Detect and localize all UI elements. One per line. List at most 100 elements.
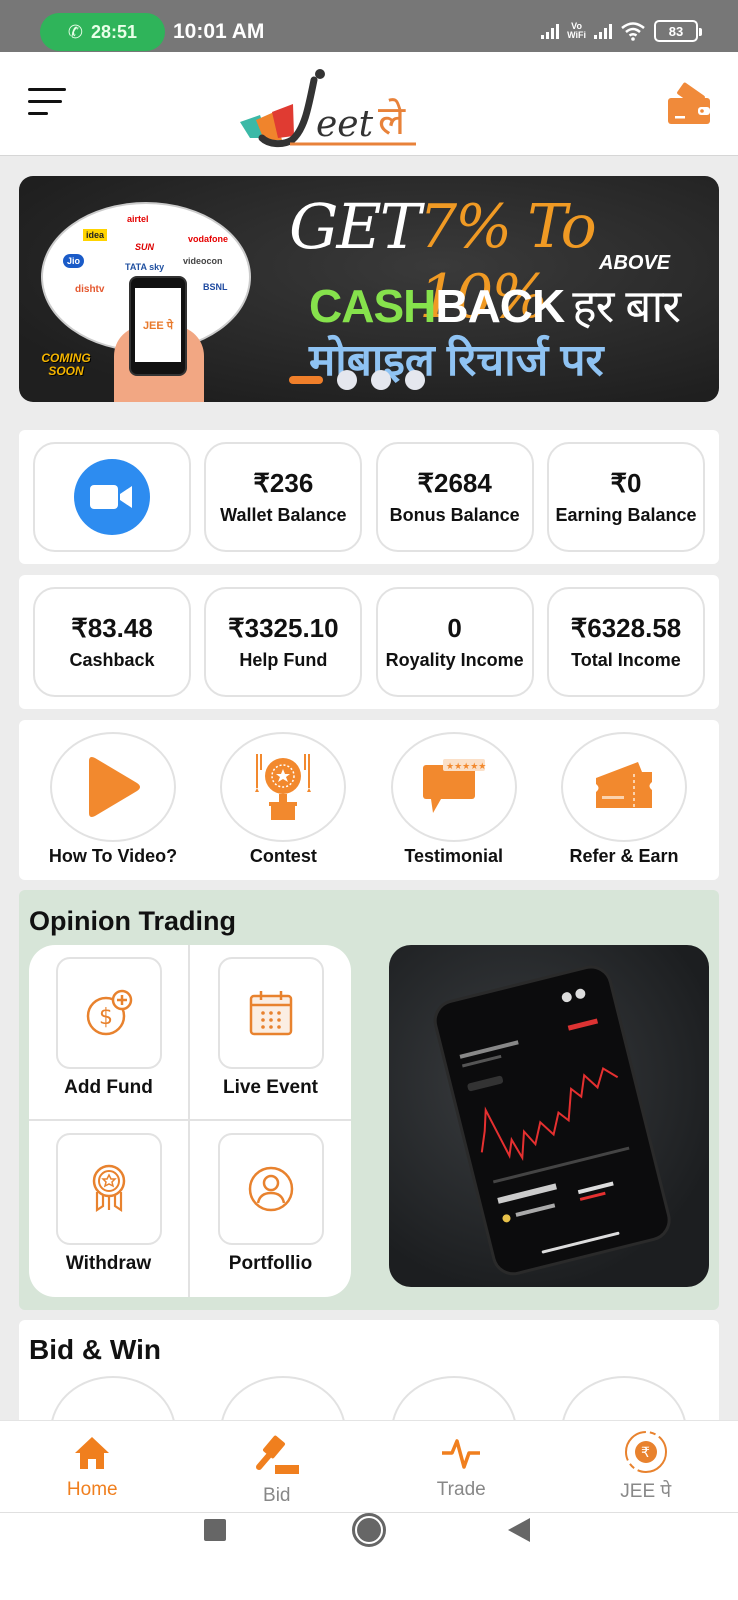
help-fund-label: Help Fund (239, 650, 328, 670)
pulse-icon (442, 1439, 481, 1469)
bonus-balance-value: ₹2684 (417, 468, 492, 498)
video-camera-icon (90, 485, 132, 509)
rupee-circle-icon: ₹ (624, 1431, 667, 1473)
home-icon (75, 1437, 110, 1469)
earning-balance-value: ₹0 (610, 468, 642, 498)
portfolio-button[interactable]: Portfollio (190, 1121, 351, 1297)
total-income-card[interactable]: ₹6328.58 Total Income (546, 587, 705, 697)
testimonial-button[interactable]: ★★★★★ Testimonial (390, 732, 517, 867)
svg-text:eet: eet (316, 104, 374, 145)
ticket-icon (595, 762, 652, 808)
royality-income-label: Royality Income (385, 650, 524, 670)
contest-button[interactable]: Contest (220, 732, 347, 867)
home-system-button[interactable] (352, 1513, 386, 1547)
trading-phone-photo (433, 965, 671, 1276)
bottom-navigation: Home Bid Trade ₹ JEE पे (0, 1420, 738, 1513)
brand-videocon: videocon (183, 256, 223, 266)
carousel-dot-1[interactable] (289, 376, 323, 384)
incomes-panel: ₹83.48 Cashback ₹3325.10 Help Fund 0 Roy… (19, 575, 719, 709)
brand-airtel: airtel (127, 214, 149, 224)
play-icon (89, 757, 140, 817)
video-call-button[interactable] (33, 442, 191, 552)
carousel-dot-4[interactable] (405, 370, 425, 390)
gavel-icon (255, 1435, 299, 1474)
vowifi-icon: Vo WiFi (567, 21, 586, 40)
cashback-value: ₹83.48 (71, 613, 153, 643)
jeetle-logo: eet ले (240, 69, 416, 148)
brand-sun: SUN (135, 242, 155, 252)
signal-icon-2 (594, 23, 612, 39)
system-navigation-bar (0, 1513, 738, 1600)
balances-panel: ₹236 Wallet Balance ₹2684 Bonus Balance … (19, 430, 719, 564)
recents-button[interactable] (204, 1519, 226, 1541)
signal-icon (541, 23, 560, 39)
home-circle-icon (357, 1518, 381, 1542)
quick-actions-panel: How To Video? Contest ★★★★★ Testimonial … (19, 720, 719, 880)
coming-soon-badge: COMING SOON (41, 351, 91, 378)
brand-jio: Jio (63, 254, 85, 268)
menu-button[interactable] (28, 88, 70, 122)
back-button[interactable] (508, 1518, 530, 1542)
brand-vodafone: vodafone (188, 234, 229, 244)
svg-text:ले: ले (378, 98, 406, 144)
add-fund-button[interactable]: $ Add Fund (29, 945, 190, 1121)
hamburger-icon (28, 88, 66, 91)
royality-income-card[interactable]: 0 Royality Income (375, 587, 534, 697)
wallet-icon (668, 82, 710, 124)
earning-balance-label: Earning Balance (555, 505, 697, 525)
how-to-video-button[interactable]: How To Video? (49, 732, 177, 867)
medal-icon (92, 1164, 125, 1213)
phone-illustration: JEE पे (129, 276, 187, 376)
wallet-balance-card[interactable]: ₹236 Wallet Balance (204, 442, 363, 552)
cashback-label: Cashback (69, 650, 155, 670)
withdraw-button[interactable]: Withdraw (29, 1121, 190, 1297)
brand-bsnl: BSNL (203, 282, 228, 292)
review-chat-icon: ★★★★★ (422, 759, 486, 813)
opinion-trading-title: Opinion Trading (29, 906, 236, 936)
wallet-balance-label: Wallet Balance (220, 505, 347, 525)
brand-idea: idea (83, 229, 108, 241)
help-fund-card[interactable]: ₹3325.10 Help Fund (204, 587, 363, 697)
clock: 10:01 AM (173, 20, 265, 43)
carousel-indicators (289, 370, 425, 390)
bid-and-win-title: Bid & Win (29, 1334, 161, 1365)
carousel-dot-2[interactable] (337, 370, 357, 390)
carousel-dot-3[interactable] (371, 370, 391, 390)
banner-cashback-text: CASHBACK हर बार (309, 280, 681, 332)
brand-tatasky: TATA sky (125, 262, 165, 272)
wallet-button[interactable] (666, 82, 712, 128)
add-money-icon: $ (86, 989, 132, 1036)
svg-text:★★★★★: ★★★★★ (446, 761, 486, 771)
cashback-card[interactable]: ₹83.48 Cashback (33, 587, 191, 697)
status-bar: ✆ 28:51 10:01 AM Vo WiFi 83 (0, 0, 738, 52)
promo-banner-carousel[interactable]: airtel idea vodafone SUN Jio TATA sky vi… (19, 176, 719, 402)
app-header: eet ले (0, 52, 738, 156)
home-screen: ✆ 28:51 10:01 AM Vo WiFi 83 eet ले airte… (0, 0, 738, 1600)
ongoing-call-pill[interactable]: ✆ 28:51 (40, 13, 165, 51)
total-income-value: ₹6328.58 (570, 613, 682, 643)
calendar-icon (249, 991, 292, 1036)
bonus-balance-label: Bonus Balance (389, 505, 520, 525)
call-timer: 28:51 (91, 21, 138, 42)
wifi-icon (621, 22, 645, 41)
nav-jee-pe[interactable]: ₹ JEE पे (554, 1421, 738, 1512)
earning-balance-card[interactable]: ₹0 Earning Balance (546, 442, 705, 552)
bonus-balance-card[interactable]: ₹2684 Bonus Balance (375, 442, 534, 552)
nav-trade[interactable]: Trade (369, 1421, 554, 1512)
svg-text:$: $ (99, 1005, 113, 1030)
opinion-trading-menu: $ Add Fund Live Event Withdraw Portfolli… (29, 945, 351, 1297)
banner-get-text: GET (289, 190, 421, 263)
user-circle-icon (248, 1166, 293, 1212)
live-event-button[interactable]: Live Event (190, 945, 351, 1121)
total-income-label: Total Income (571, 650, 681, 670)
brand-dishtv: dishtv (75, 284, 105, 295)
trading-app-phone-image[interactable] (389, 945, 709, 1287)
system-icons: Vo WiFi 83 (541, 20, 702, 42)
trophy-icon (255, 754, 312, 820)
royality-income-value: 0 (447, 613, 462, 643)
refer-and-earn-button[interactable]: Refer & Earn (560, 732, 687, 867)
nav-bid[interactable]: Bid (185, 1421, 370, 1512)
nav-home[interactable]: Home (0, 1421, 185, 1512)
help-fund-value: ₹3325.10 (228, 613, 339, 643)
battery-level: 83 (668, 23, 684, 39)
